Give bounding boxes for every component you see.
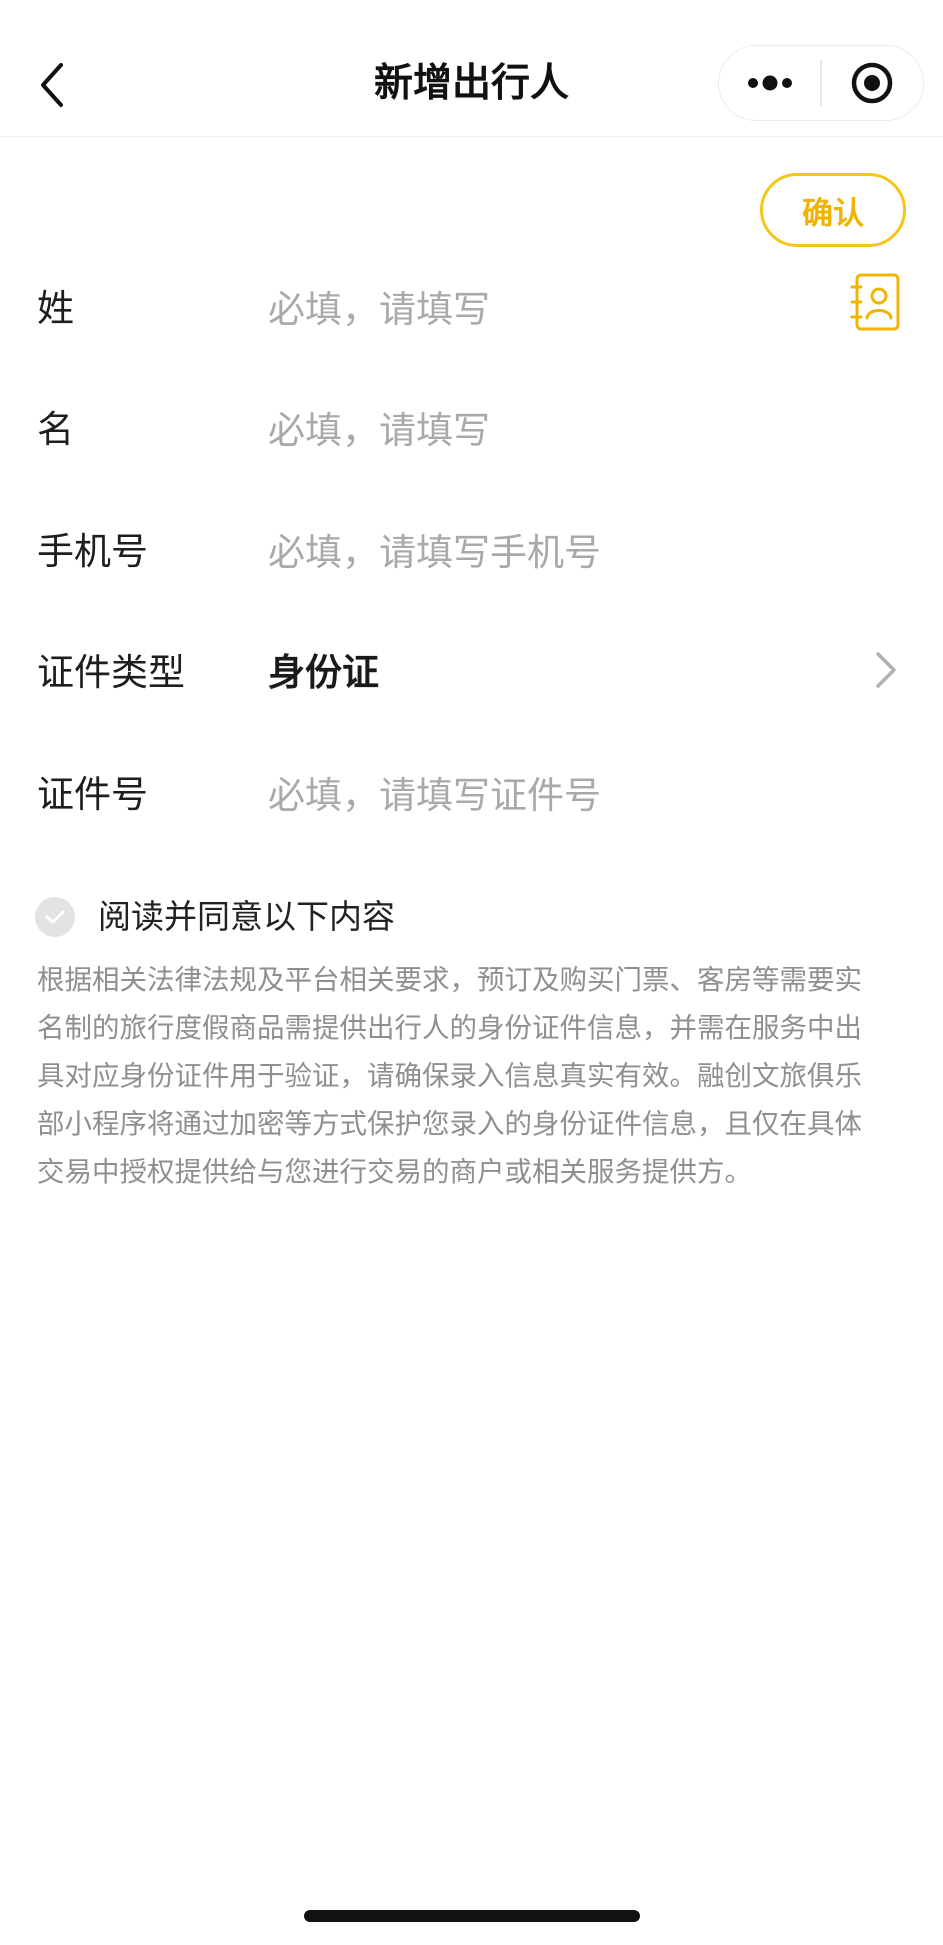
id-type-select[interactable]: 证件类型 身份证 [0, 613, 943, 733]
id-number-row: 证件号 [0, 735, 943, 855]
chevron-right-icon [876, 652, 896, 688]
agreement-line: 具对应身份证件用于验证，请确保录入信息真实有效。融创文旅俱乐 [37, 1060, 862, 1092]
more-menu-button[interactable] [719, 45, 820, 121]
phone-input[interactable] [268, 522, 828, 582]
phone-label: 手机号 [37, 530, 148, 573]
given-name-row: 名 [0, 370, 943, 490]
id-number-label: 证件号 [37, 773, 148, 816]
more-dots-icon [747, 75, 792, 91]
close-mini-program-button[interactable] [822, 45, 923, 121]
check-icon [45, 910, 65, 924]
agreement-label[interactable]: 阅读并同意以下内容 [98, 892, 395, 942]
agreement-description: 根据相关法律法规及平台相关要求，预订及购买门票、客房等需要实 名制的旅行度假商品… [37, 956, 909, 1196]
mini-program-capsule [718, 45, 924, 121]
agreement-line: 名制的旅行度假商品需提供出行人的身份证件信息，并需在服务中出 [37, 1012, 862, 1044]
given-name-input[interactable] [268, 400, 828, 460]
agreement-line: 根据相关法律法规及平台相关要求，预订及购买门票、客房等需要实 [37, 964, 862, 996]
surname-label: 姓 [37, 287, 74, 330]
phone-row: 手机号 [0, 492, 943, 612]
surname-row: 姓 [0, 249, 943, 369]
id-type-value: 身份证 [268, 651, 379, 694]
given-name-label: 名 [37, 408, 74, 451]
target-circle-icon [852, 62, 893, 104]
id-number-input[interactable] [268, 765, 828, 825]
agreement-checkbox[interactable] [35, 897, 75, 937]
surname-input[interactable] [268, 279, 828, 339]
contacts-book-icon[interactable] [850, 272, 902, 332]
nav-bar: 新增出行人 [0, 0, 943, 137]
confirm-button[interactable]: 确认 [760, 173, 906, 247]
home-indicator [304, 1910, 640, 1922]
agreement-line: 交易中授权提供给与您进行交易的商户或相关服务提供方。 [37, 1156, 752, 1188]
agreement-line: 部小程序将通过加密等方式保护您录入的身份证件信息，且仅在具体 [37, 1108, 862, 1140]
id-type-label: 证件类型 [37, 651, 185, 694]
